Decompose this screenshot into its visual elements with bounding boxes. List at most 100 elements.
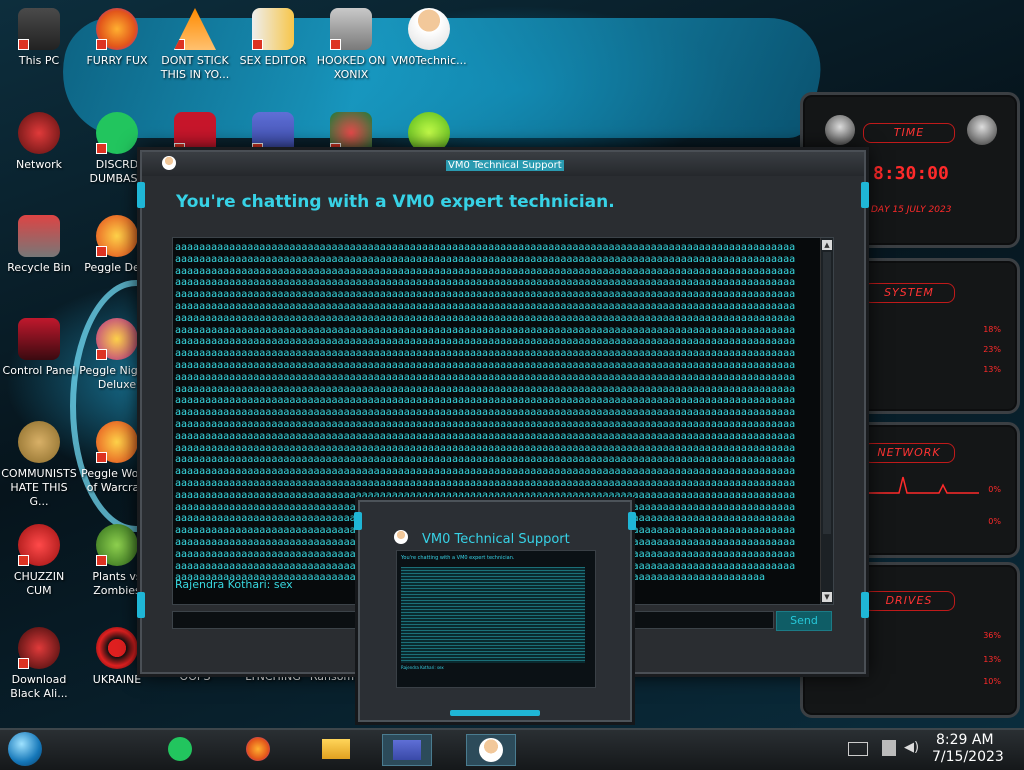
chat-window-title: VM0 Technical Support (446, 160, 564, 171)
alien-head-icon (967, 115, 997, 145)
icon-label: VM0Technic... (391, 54, 467, 67)
icon-label: DONT STICK THIS IN YO... (160, 54, 230, 81)
chuzzle-icon (18, 524, 60, 566)
desktop-icon-control-panel[interactable]: Control Panel (0, 318, 78, 378)
desktop-icon-recycle-bin[interactable]: Recycle Bin (0, 215, 78, 275)
desktop-icon-download-black-alien[interactable]: Download Black Ali... (0, 627, 78, 701)
icon-label: Download Black Ali... (10, 673, 68, 700)
chat-scrollbar[interactable]: ▲ ▼ (820, 238, 833, 604)
technician-avatar-icon (479, 738, 503, 762)
system-widget-title: SYSTEM (863, 283, 955, 303)
icon-label: Network (16, 158, 62, 171)
peggle-wow-icon (96, 421, 138, 463)
firefox-icon (96, 8, 138, 50)
window-decoration (628, 512, 636, 530)
widget-clock: 8:30:00 (873, 163, 949, 184)
alien-network-icon (18, 112, 60, 154)
volume-icon[interactable]: ◀) (904, 740, 919, 755)
mini-chat-log (401, 567, 585, 663)
technician-avatar-icon (162, 156, 176, 170)
peggle-icon (96, 215, 138, 257)
hxd-editor-icon (252, 8, 294, 50)
folder-icon (322, 739, 350, 759)
network-status-icon[interactable] (882, 740, 896, 756)
scroll-down-arrow-icon[interactable]: ▼ (822, 592, 832, 602)
icon-label: CHUZZIN CUM (13, 570, 65, 597)
taskbar-firefox[interactable] (234, 734, 282, 764)
desktop-icon-vm0-technician[interactable]: VM0Technic... (390, 8, 468, 68)
alien-head-icon (825, 115, 855, 145)
network-value-down: 0% (988, 517, 1001, 526)
desktop-icon-network[interactable]: Network (0, 112, 78, 172)
drive-value-e: 10% (983, 677, 1001, 686)
mini-window-title: VM0 Technical Support (422, 532, 570, 547)
icon-label: Recycle Bin (7, 261, 71, 274)
control-panel-icon (18, 318, 60, 360)
window-decoration (861, 182, 869, 208)
taskbar-file-explorer[interactable] (312, 734, 360, 764)
chat-app-icon (168, 737, 192, 761)
chat-message: Rajendra Kothari: sex (175, 578, 293, 591)
id-card-icon (393, 740, 421, 760)
icon-label: FURRY FUX (86, 54, 148, 67)
taskbar-vm0-support[interactable] (466, 734, 516, 766)
icon-label: Control Panel (2, 364, 76, 377)
desktop-icon-hooked-on-xonix[interactable]: HOOKED ON XONIX (312, 8, 390, 82)
drives-widget-title: DRIVES (863, 591, 955, 611)
scroll-up-arrow-icon[interactable]: ▲ (822, 240, 832, 250)
system-value-ram: 23% (983, 345, 1001, 354)
window-decoration (137, 182, 145, 208)
money-bag-icon (18, 421, 60, 463)
lime-icon (408, 112, 450, 154)
taskbar-clock-date[interactable]: 7/15/2023 (932, 749, 1004, 765)
window-decoration (137, 592, 145, 618)
network-graph (859, 476, 979, 494)
desktop-icon-communists[interactable]: COMMUNISTS HATE THIS G... (0, 421, 78, 509)
widget-date: DAY 15 JULY 2023 (871, 205, 952, 215)
peggle-nights-icon (96, 318, 138, 360)
desktop-icon-sex-editor[interactable]: SEX EDITOR (234, 8, 312, 68)
mini-chat-panel: You're chatting with a VM0 expert techni… (396, 550, 596, 688)
window-decoration (450, 710, 540, 716)
icon-label: HOOKED ON XONIX (316, 54, 386, 81)
icon-label: UKRAINE (92, 673, 142, 686)
system-value-cpu: 18% (983, 325, 1001, 334)
dev-cpp-icon (174, 112, 216, 154)
scrollbar-thumb[interactable] (823, 252, 831, 534)
icon-label: COMMUNISTS HATE THIS G... (1, 467, 77, 508)
chat-window-titlebar[interactable]: VM0 Technical Support (142, 152, 864, 176)
mini-chat-window[interactable]: VM0 Technical Support You're chatting wi… (354, 500, 636, 722)
network-widget-title: NETWORK (863, 443, 955, 463)
id-card-icon (252, 112, 294, 154)
taskbar-card-app[interactable] (382, 734, 432, 766)
window-decoration (354, 512, 362, 530)
firefox-icon (246, 737, 270, 761)
plants-icon (96, 524, 138, 566)
santa-game-icon (330, 112, 372, 154)
vlc-cone-icon (174, 8, 216, 50)
drive-value-c: 36% (983, 631, 1001, 640)
send-button[interactable]: Send (776, 611, 832, 631)
taskbar-clock-time[interactable]: 8:29 AM (936, 732, 994, 748)
radiation-icon (96, 627, 138, 669)
this-pc-icon (18, 8, 60, 50)
window-decoration (861, 592, 869, 618)
desktop-icon-furry-fux[interactable]: FURRY FUX (78, 8, 156, 68)
desktop: This PC FURRY FUX DONT STICK THIS IN YO.… (0, 0, 1024, 728)
xonix-icon (330, 8, 372, 50)
taskbar-chat-app[interactable] (156, 734, 204, 764)
desktop-icon-this-pc[interactable]: This PC (0, 8, 78, 68)
chat-headline: You're chatting with a VM0 expert techni… (176, 192, 615, 212)
drive-value-d: 13% (983, 655, 1001, 664)
notification-icon[interactable] (848, 742, 868, 756)
desktop-icon-dont-stick[interactable]: DONT STICK THIS IN YO... (156, 8, 234, 82)
technician-avatar-icon (408, 8, 450, 50)
icon-label: This PC (18, 54, 60, 67)
taskbar: ◀) 8:29 AM 7/15/2023 (0, 728, 1024, 770)
recycle-bin-icon (18, 215, 60, 257)
start-button[interactable] (8, 732, 42, 766)
system-value-other: 13% (983, 365, 1001, 374)
technician-avatar-icon (394, 530, 408, 544)
desktop-icon-chuzzin-cum[interactable]: CHUZZIN CUM (0, 524, 78, 598)
mini-message: Rajendra Kothari: sex (401, 665, 444, 670)
